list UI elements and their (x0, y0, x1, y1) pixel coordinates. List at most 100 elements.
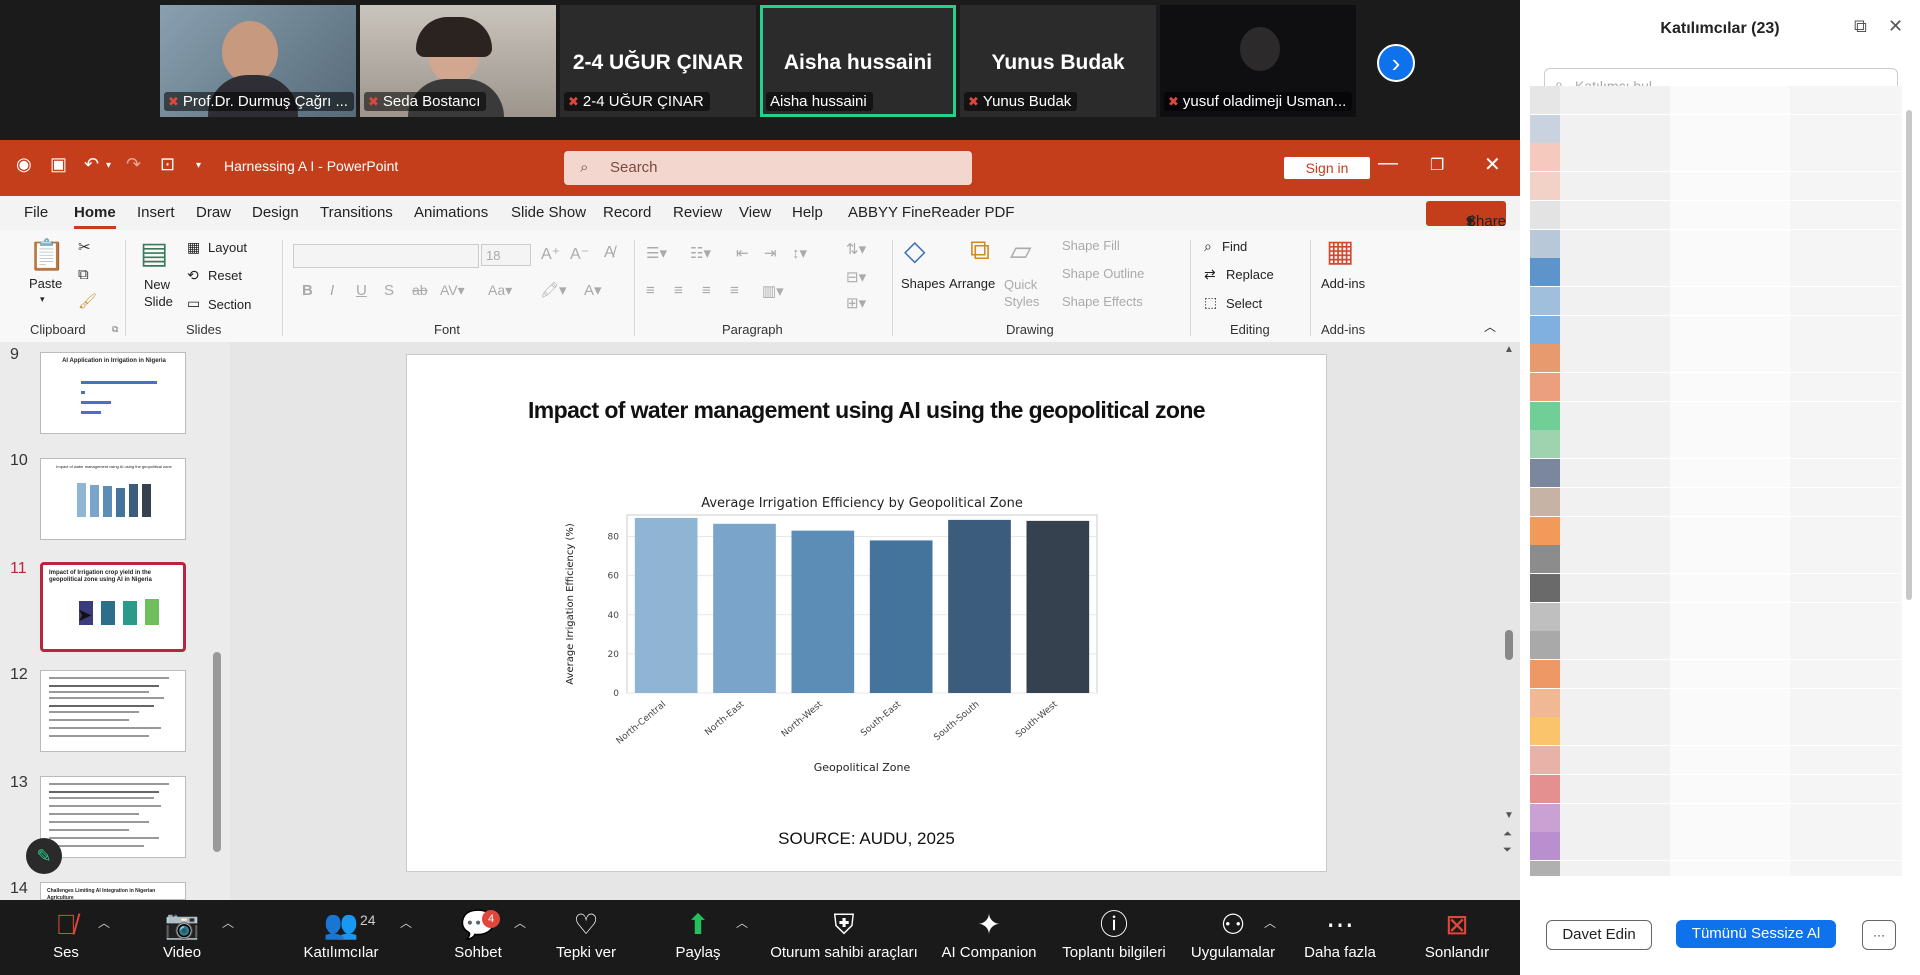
justify-icon[interactable]: ≡ (730, 282, 739, 299)
text-direction-icon[interactable]: ⇅▾ (846, 240, 866, 258)
new-slide-button[interactable]: New Slide (144, 276, 184, 310)
tab-view[interactable]: View (739, 204, 771, 221)
strikethrough-icon[interactable]: ab (412, 282, 428, 298)
highlight-icon[interactable]: 🖍▾ (540, 281, 567, 299)
new-slide-icon[interactable]: ▤ (140, 236, 168, 271)
video-tile-3[interactable]: 2-4 UĞUR ÇINAR ✖ 2-4 UĞUR ÇINAR (560, 5, 756, 117)
section-icon[interactable]: ▭ (187, 295, 200, 312)
scroll-up-icon[interactable]: ▲ (1504, 344, 1514, 355)
participant-row[interactable] (1530, 746, 1902, 775)
italic-icon[interactable]: I (330, 282, 334, 299)
addins-button[interactable]: Add-ins (1321, 276, 1365, 291)
minimize-icon[interactable]: — (1378, 152, 1398, 175)
participant-row[interactable] (1530, 487, 1902, 516)
decrease-indent-icon[interactable]: ⇤ (736, 244, 749, 262)
slide-scrollbar[interactable]: ▲ ▼ ⏶ ⏷ (1500, 342, 1520, 900)
participant-row[interactable] (1530, 516, 1902, 545)
align-right-icon[interactable]: ≡ (702, 282, 711, 299)
search-box[interactable]: ⌕ Search (564, 151, 972, 185)
section-button[interactable]: Section (208, 297, 251, 312)
smartart-icon[interactable]: ⊞▾ (846, 294, 866, 312)
share-button[interactable]: ⇪ Share ▾ (1426, 201, 1506, 230)
paste-button[interactable]: Paste (29, 276, 62, 291)
participant-row[interactable] (1530, 573, 1902, 602)
participant-row[interactable] (1530, 200, 1902, 229)
participant-row[interactable] (1530, 286, 1902, 315)
scroll-down-icon[interactable]: ▼ (1504, 810, 1514, 821)
video-options-icon[interactable]: ︿ (222, 914, 234, 931)
arrange-icon[interactable]: ⧉ (970, 234, 990, 267)
meeting-info-button[interactable]: ⓘ Toplantı bilgileri (1054, 900, 1174, 975)
video-button[interactable]: 📷 Video (152, 900, 212, 975)
next-slide-icon[interactable]: ⏷ (1503, 844, 1512, 857)
participant-row[interactable] (1530, 373, 1902, 401)
video-tile-2[interactable]: ✖ Seda Bostancı (360, 5, 556, 117)
audio-button[interactable]: 🎙̸ Ses (36, 900, 96, 975)
layout-icon[interactable]: ▦ (187, 239, 200, 256)
participant-row[interactable] (1530, 459, 1902, 488)
participant-row[interactable] (1530, 660, 1902, 688)
scroll-thumb[interactable] (1505, 630, 1513, 660)
participants-options-icon[interactable]: ︿ (400, 914, 412, 931)
participant-row[interactable] (1530, 803, 1902, 832)
participant-row[interactable] (1530, 545, 1902, 574)
participant-row[interactable] (1530, 832, 1902, 861)
present-icon[interactable]: ⊡ (160, 154, 175, 175)
align-text-icon[interactable]: ⊟▾ (846, 268, 866, 286)
slide-thumbnail-13[interactable] (40, 776, 186, 858)
previous-slide-icon[interactable]: ⏶ (1503, 828, 1512, 841)
tab-record[interactable]: Record (603, 204, 651, 221)
redo-icon[interactable]: ↷ (126, 154, 141, 175)
audio-options-icon[interactable]: ︿ (98, 914, 110, 931)
tab-home[interactable]: Home (74, 204, 116, 229)
scroll-thumb[interactable] (213, 652, 221, 852)
shape-fill-button[interactable]: Shape Fill (1062, 238, 1120, 253)
paste-icon[interactable]: 📋 (28, 238, 65, 273)
undo-icon[interactable]: ↶ (84, 154, 99, 175)
host-tools-button[interactable]: ⛨ Oturum sahibi araçları (764, 900, 924, 975)
sign-in-button[interactable]: Sign in (1284, 157, 1370, 179)
undo-dropdown-icon[interactable]: ▾ (106, 160, 111, 171)
font-size-select[interactable]: 18 (481, 244, 531, 266)
participant-row[interactable] (1530, 258, 1902, 287)
participant-row[interactable] (1530, 631, 1902, 660)
shapes-button[interactable]: Shapes (901, 276, 945, 291)
participant-row[interactable] (1530, 229, 1902, 258)
video-tile-1[interactable]: ✖ Prof.Dr. Durmuş Çağrı ... (160, 5, 356, 117)
participant-row[interactable] (1530, 688, 1902, 717)
bold-icon[interactable]: B (302, 282, 313, 299)
addins-icon[interactable]: ▦ (1326, 234, 1354, 269)
increase-font-icon[interactable]: A⁺ (541, 244, 560, 264)
decrease-font-icon[interactable]: A⁻ (570, 244, 589, 264)
find-button[interactable]: Find (1222, 239, 1247, 254)
close-icon[interactable]: ✕ (1484, 152, 1501, 177)
shape-effects-button[interactable]: Shape Effects (1062, 294, 1143, 309)
character-spacing-icon[interactable]: AV▾ (440, 282, 465, 299)
react-button[interactable]: ♡ Tepki ver (550, 900, 622, 975)
slide-thumbnail-11-selected[interactable]: Impact of Irrigation crop yield in the g… (40, 562, 186, 652)
layout-button[interactable]: Layout (208, 240, 247, 255)
increase-indent-icon[interactable]: ⇥ (764, 244, 777, 262)
tab-review[interactable]: Review (673, 204, 722, 221)
slide-thumbnail-9[interactable]: AI Application in Irrigation in Nigeria (40, 352, 186, 434)
quick-styles-icon[interactable]: ▱ (1010, 234, 1032, 267)
participant-row[interactable] (1530, 602, 1902, 631)
underline-icon[interactable]: U (356, 282, 367, 299)
video-tile-4-active-speaker[interactable]: Aisha hussaini Aisha hussaini (760, 5, 956, 117)
next-page-icon[interactable]: › (1377, 44, 1415, 82)
tab-slide-show[interactable]: Slide Show (511, 204, 586, 221)
reset-button[interactable]: Reset (208, 268, 242, 283)
arrange-button[interactable]: Arrange (949, 276, 995, 291)
thumbnail-scrollbar[interactable] (210, 342, 224, 900)
collapse-ribbon-icon[interactable]: ︿ (1484, 318, 1496, 335)
slide-thumbnail-10[interactable]: Impact of water management using AI usin… (40, 458, 186, 540)
participant-row[interactable] (1530, 143, 1902, 172)
font-color-icon[interactable]: A▾ (584, 281, 602, 299)
copy-icon[interactable]: ⧉ (78, 266, 89, 283)
tab-file[interactable]: File (24, 204, 48, 221)
participant-row[interactable] (1530, 717, 1902, 746)
tab-design[interactable]: Design (252, 204, 299, 221)
shape-outline-button[interactable]: Shape Outline (1062, 266, 1144, 281)
mute-all-button[interactable]: Tümünü Sessize Al (1676, 920, 1836, 948)
chat-button[interactable]: 💬 Sohbet (448, 900, 508, 975)
